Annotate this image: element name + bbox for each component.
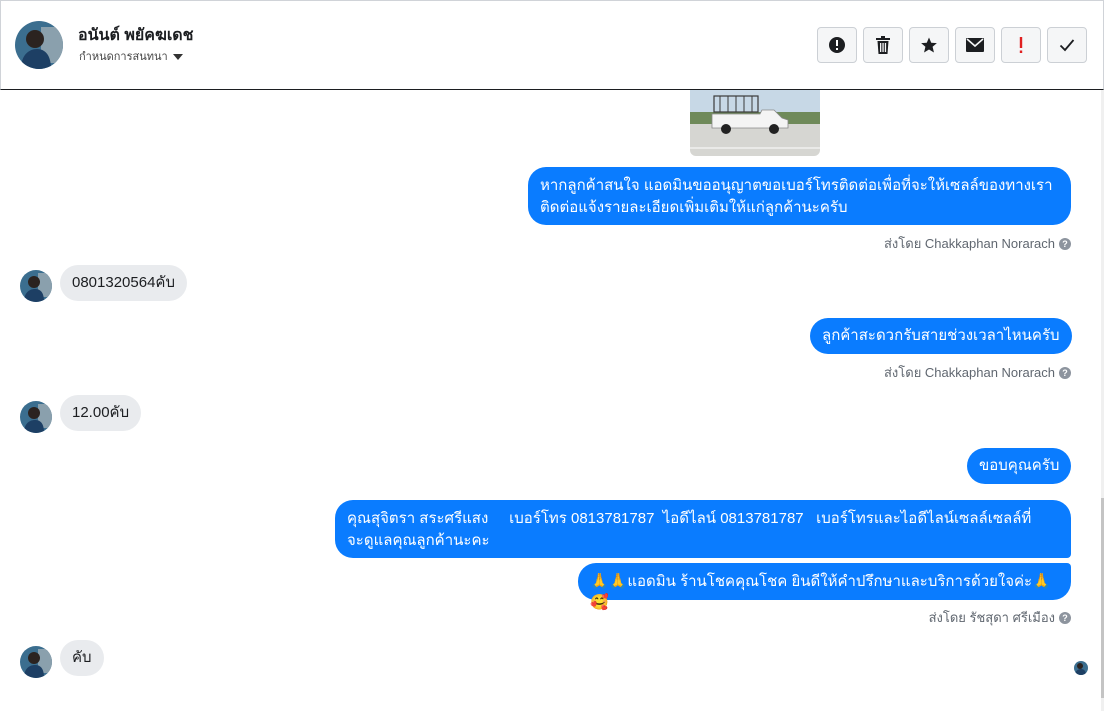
help-icon[interactable]: ? <box>1059 611 1071 624</box>
help-icon[interactable]: ? <box>1059 237 1071 250</box>
incoming-message[interactable]: คับ <box>60 640 104 676</box>
sent-by-text: ส่งโดย Chakkaphan Norarach <box>883 236 1055 251</box>
star-icon <box>921 37 937 53</box>
conversation-header: อนันต์ พยัคฆเดช กำหนดการสนทนา <box>0 0 1104 90</box>
outgoing-message[interactable]: ขอบคุณครับ <box>967 448 1072 484</box>
contact-name: อนันต์ พยัคฆเดช <box>78 27 194 44</box>
outgoing-message[interactable]: 🙏🙏แอดมิน ร้านโชคคุณโชค ยินดีให้คำปรึกษาแ… <box>578 563 1071 611</box>
outgoing-message[interactable]: ลูกค้าสะดวกรับสายช่วงเวลาไหนครับ <box>810 318 1072 354</box>
delete-button[interactable] <box>863 27 903 63</box>
caret-down-icon <box>172 54 183 61</box>
assign-conversation-dropdown[interactable]: กำหนดการสนทนา <box>79 47 183 65</box>
envelope-icon <box>966 38 984 52</box>
outgoing-message[interactable]: คุณสุจิตรา สระศรีแสง เบอร์โทร 0813781787… <box>335 500 1071 558</box>
contact-avatar-small[interactable] <box>20 270 52 302</box>
sent-by-text: ส่งโดย รัชสุดา ศรีเมือง <box>928 610 1055 625</box>
check-icon <box>1059 39 1075 52</box>
follow-up-button[interactable] <box>1001 27 1041 63</box>
mark-done-button[interactable] <box>1047 27 1087 63</box>
sent-by-label: ส่งโดย รัชสุดา ศรีเมือง? <box>929 607 1071 628</box>
exclamation-circle-icon <box>829 37 845 53</box>
pickup-truck-photo[interactable] <box>690 90 820 156</box>
sent-by-label: ส่งโดย Chakkaphan Norarach? <box>884 233 1071 254</box>
seen-indicator-avatar <box>1074 661 1088 675</box>
conversation-actions <box>817 27 1087 63</box>
report-spam-button[interactable] <box>817 27 857 63</box>
incoming-message[interactable]: 12.00คับ <box>60 395 142 431</box>
outgoing-message[interactable]: หากลูกค้าสนใจ แอดมินขออนุญาตขอเบอร์โทรติ… <box>528 167 1071 225</box>
contact-avatar-small[interactable] <box>20 401 52 433</box>
contact-avatar[interactable] <box>15 21 63 69</box>
assign-conversation-label: กำหนดการสนทนา <box>79 51 168 63</box>
sent-by-label: ส่งโดย Chakkaphan Norarach? <box>884 362 1071 383</box>
contact-avatar-small[interactable] <box>20 646 52 678</box>
star-button[interactable] <box>909 27 949 63</box>
incoming-message[interactable]: 0801320564คับ <box>60 265 187 301</box>
trash-icon <box>876 36 890 54</box>
sent-by-text: ส่งโดย Chakkaphan Norarach <box>883 365 1055 380</box>
help-icon[interactable]: ? <box>1059 366 1071 379</box>
mark-unread-button[interactable] <box>955 27 995 63</box>
exclamation-icon <box>1019 37 1023 53</box>
